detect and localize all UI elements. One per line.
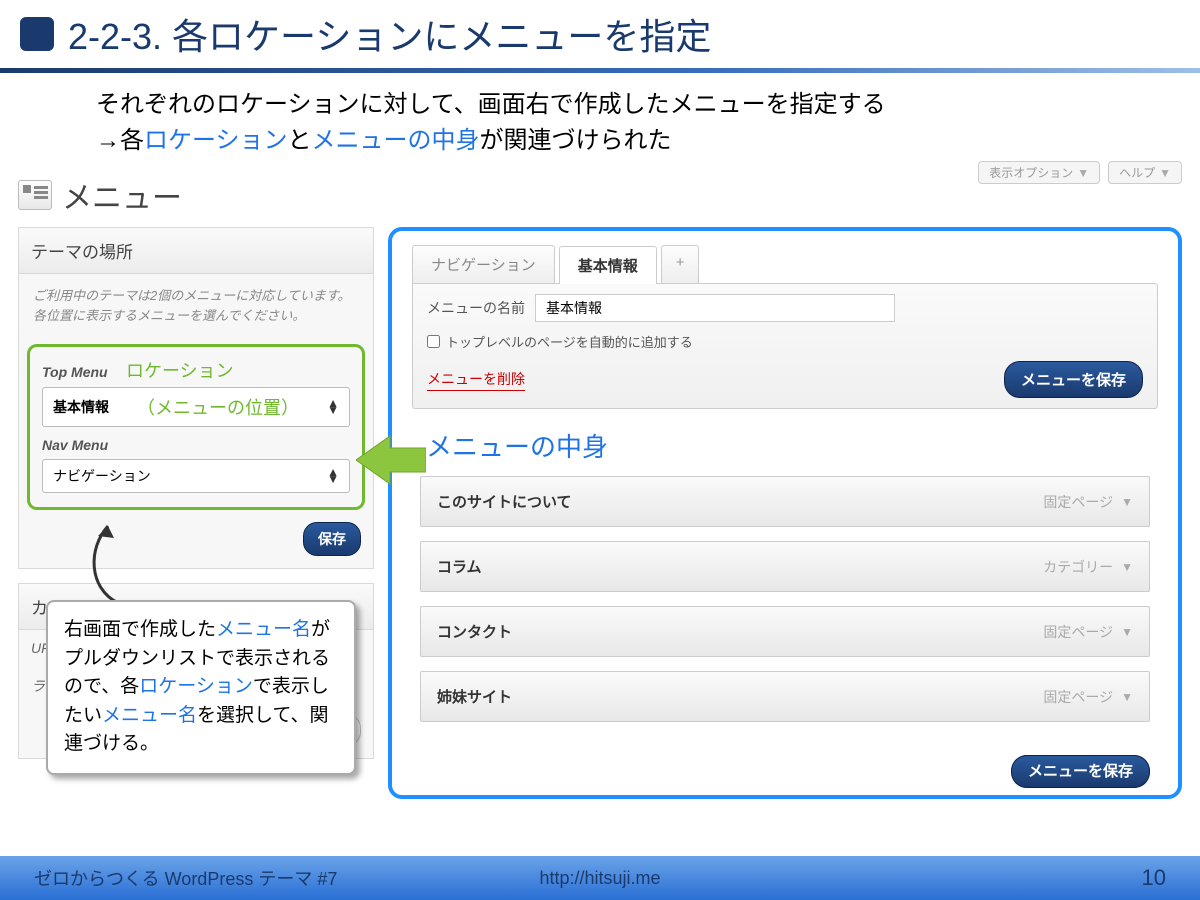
menu-item[interactable]: コラム カテゴリー▼ [420, 541, 1150, 592]
menu-item[interactable]: このサイトについて 固定ページ▼ [420, 476, 1150, 527]
lead-text: それぞれのロケーションに対して、画面右で作成したメニューを指定する →各ロケーシ… [0, 73, 1200, 169]
display-options-button[interactable]: 表示オプション ▼ [978, 161, 1100, 184]
auto-add-pages-label: トップレベルのページを自動的に追加する [446, 332, 693, 351]
save-menu-button[interactable]: メニューを保存 [1004, 361, 1143, 398]
top-menu-select[interactable]: 基本情報 （メニューの位置） ▲▼ [42, 387, 350, 427]
location-annotation-sub: （メニューの位置） [137, 394, 299, 420]
slide-footer: ゼロからつくる WordPress テーマ #7 http://hitsuji.… [0, 856, 1200, 900]
lead-line2: →各ロケーションとメニューの中身が関連づけられた [96, 123, 1200, 159]
theme-locations-panel: テーマの場所 ご利用中のテーマは2個のメニューに対応しています。各位置に表示する… [18, 227, 374, 569]
chevron-down-icon: ▼ [1121, 690, 1133, 704]
slide-title: 2-2-3. 各ロケーションにメニューを指定 [68, 8, 711, 60]
select-chevrons-icon: ▲▼ [327, 400, 339, 414]
location-highlight-box: Top Menu ロケーション 基本情報 （メニューの位置） ▲▼ Nav Me… [27, 344, 365, 510]
green-arrow-icon [356, 430, 426, 490]
panel-title: テーマの場所 [19, 228, 373, 274]
auto-add-pages-checkbox[interactable] [427, 335, 440, 348]
menu-name-label: メニューの名前 [427, 298, 525, 318]
page-number: 10 [1142, 865, 1166, 891]
chevron-down-icon: ▼ [1159, 166, 1171, 180]
page-heading: メニュー [62, 173, 182, 217]
location-annotation: ロケーション [126, 361, 234, 381]
footer-url: http://hitsuji.me [539, 868, 660, 889]
tab-add[interactable]: + [661, 245, 700, 283]
lead-line1: それぞれのロケーションに対して、画面右で作成したメニューを指定する [96, 87, 1200, 123]
menu-editor-panel: ナビゲーション 基本情報 + メニューの名前 トップレベルのページを自動的に追加… [388, 227, 1182, 799]
delete-menu-link[interactable]: メニューを削除 [427, 369, 525, 391]
menu-icon [18, 180, 52, 210]
top-menu-label: Top Menu [42, 364, 108, 380]
menu-name-input[interactable] [535, 294, 895, 322]
tab-basic-info[interactable]: 基本情報 [559, 246, 657, 284]
title-bullet-icon [20, 17, 54, 51]
help-button[interactable]: ヘルプ ▼ [1108, 161, 1182, 184]
chevron-down-icon: ▼ [1121, 560, 1133, 574]
explanation-callout: 右画面で作成したメニュー名がプルダウンリストで表示されるので、各ロケーションで表… [46, 600, 356, 775]
footer-left: ゼロからつくる WordPress テーマ #7 [34, 865, 337, 891]
chevron-down-icon: ▼ [1121, 495, 1133, 509]
chevron-down-icon: ▼ [1077, 166, 1089, 180]
nav-menu-select[interactable]: ナビゲーション ▲▼ [42, 459, 350, 493]
save-locations-button[interactable]: 保存 [303, 522, 361, 556]
nav-menu-label: Nav Menu [42, 437, 108, 453]
save-menu-button-bottom[interactable]: メニューを保存 [1011, 755, 1150, 788]
menu-item[interactable]: コンタクト 固定ページ▼ [420, 606, 1150, 657]
menu-contents-title: メニューの中身 [402, 409, 1168, 476]
tab-navigation[interactable]: ナビゲーション [412, 245, 555, 283]
pointer-arrow-icon [78, 518, 158, 608]
panel-description: ご利用中のテーマは2個のメニューに対応しています。各位置に表示するメニューを選ん… [19, 274, 373, 338]
chevron-down-icon: ▼ [1121, 625, 1133, 639]
menu-item[interactable]: 姉妹サイト 固定ページ▼ [420, 671, 1150, 722]
select-chevrons-icon: ▲▼ [327, 469, 339, 483]
